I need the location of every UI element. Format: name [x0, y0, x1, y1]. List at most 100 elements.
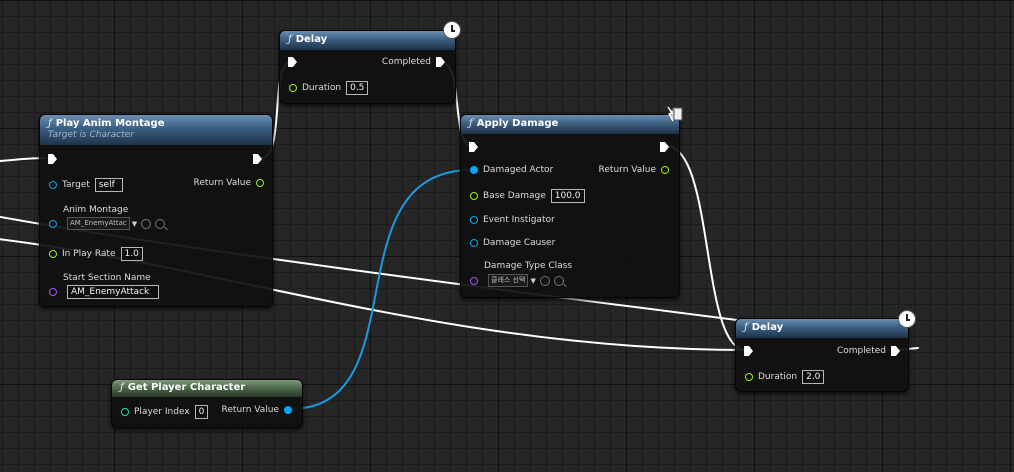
delay-top-completed-pin[interactable]: Completed	[377, 57, 445, 67]
damage-type-class-pin[interactable]: 클래스 선택 ▼	[470, 274, 564, 287]
damaged-actor-pin[interactable]: Damaged Actor	[470, 165, 558, 175]
play-anim-montage-subtitle: Target is Character	[48, 130, 134, 140]
anim-montage-label-row: Anim Montage	[63, 205, 128, 215]
player-index-label: Player Index	[134, 407, 190, 417]
montage-exec-out[interactable]	[253, 154, 262, 164]
delay-node-top-header: ƒ Delay	[280, 31, 455, 50]
exec-in-icon	[48, 154, 57, 164]
exec-in-icon	[288, 57, 297, 67]
event-instigator-pin[interactable]: Event Instigator	[470, 215, 560, 225]
return-value-label: Return Value	[221, 405, 279, 415]
return-value-label: Return Value	[598, 165, 656, 175]
montage-anim-montage-pin[interactable]: AM_EnemyAttac ▼	[49, 217, 166, 230]
damage-return-value-pin[interactable]: Return Value	[594, 165, 669, 175]
delay-bottom-completed-pin[interactable]: Completed	[832, 346, 900, 356]
float-pin-icon	[470, 192, 478, 200]
use-selected-icon[interactable]	[539, 275, 550, 286]
player-index-input[interactable]: 0	[194, 405, 209, 419]
float-pin-icon	[49, 250, 57, 258]
montage-play-rate-pin[interactable]: In Play Rate 1.0	[49, 247, 143, 261]
delay-node-bottom-header: ƒ Delay	[736, 319, 908, 338]
anim-montage-value: AM_EnemyAttac	[67, 217, 130, 230]
target-input[interactable]: self	[94, 178, 123, 192]
exec-out-icon	[253, 154, 262, 164]
object-pin-icon	[49, 181, 57, 189]
float-pin-icon	[661, 166, 669, 174]
damage-type-combo[interactable]: 클래스 선택 ▼	[488, 274, 536, 287]
object-pin-icon	[470, 216, 478, 224]
int-pin-icon	[121, 408, 129, 416]
play-anim-montage-title: Play Anim Montage	[55, 118, 165, 129]
delay-top-exec-in[interactable]	[288, 57, 297, 67]
chevron-down-icon: ▼	[131, 219, 138, 228]
montage-start-section-pin[interactable]: AM_EnemyAttack	[49, 285, 159, 299]
damage-type-label-row: Damage Type Class	[484, 261, 572, 271]
get-player-character-node[interactable]: ƒ Get Player Character Player Index 0 Ret…	[111, 379, 303, 428]
damage-exec-out[interactable]	[660, 142, 669, 152]
montage-target-pin[interactable]: Target self	[49, 178, 123, 192]
player-index-pin[interactable]: Player Index 0	[121, 405, 209, 419]
apply-damage-title: Apply Damage	[476, 118, 559, 129]
target-label: Target	[62, 180, 90, 190]
function-icon: ƒ	[48, 118, 52, 129]
object-pin-icon	[284, 406, 292, 414]
apply-damage-node[interactable]: ƒ Apply Damage Damaged Actor Return Value…	[460, 114, 680, 298]
in-play-rate-input[interactable]: 1.0	[120, 247, 143, 261]
object-pin-icon	[470, 239, 478, 247]
use-selected-icon[interactable]	[141, 218, 152, 229]
anim-montage-label: Anim Montage	[63, 205, 129, 215]
start-section-name-input[interactable]: AM_EnemyAttack	[67, 285, 159, 299]
player-return-value-pin[interactable]: Return Value	[217, 405, 292, 415]
damage-exec-in[interactable]	[469, 142, 478, 152]
montage-return-value-pin[interactable]: Return Value	[189, 178, 264, 188]
damage-type-class-value: 클래스 선택	[488, 274, 529, 287]
browse-search-icon[interactable]	[155, 218, 166, 229]
base-damage-input[interactable]: 100.0	[550, 189, 585, 203]
float-pin-icon	[745, 373, 753, 381]
exec-out-icon	[891, 346, 900, 356]
latent-clock-icon	[443, 21, 461, 39]
latent-clock-icon	[898, 310, 916, 328]
name-pin-icon	[49, 288, 57, 296]
in-play-rate-label: In Play Rate	[62, 249, 116, 259]
exec-in-icon	[469, 142, 478, 152]
class-pin-icon	[470, 276, 478, 285]
play-anim-montage-header: ƒ Play Anim Montage Target is Character	[40, 115, 272, 145]
event-instigator-label: Event Instigator	[483, 215, 555, 225]
duration-input[interactable]: 2.0	[802, 370, 825, 384]
delay-node-top-title: Delay	[295, 34, 328, 45]
delay-node-top[interactable]: ƒ Delay Completed Duration 0.5	[279, 30, 456, 104]
object-pin-icon	[49, 219, 57, 228]
authority-only-icon	[667, 106, 683, 122]
delay-top-duration-pin[interactable]: Duration 0.5	[289, 81, 369, 95]
damage-causer-pin[interactable]: Damage Causer	[470, 238, 560, 248]
montage-exec-in[interactable]	[48, 154, 57, 164]
return-value-label: Return Value	[193, 178, 251, 188]
completed-label: Completed	[381, 57, 431, 67]
duration-label: Duration	[758, 372, 798, 382]
anim-montage-combo[interactable]: AM_EnemyAttac ▼	[67, 217, 137, 230]
start-section-label-row: Start Section Name	[63, 273, 151, 283]
object-wire-player-to-actor	[289, 169, 473, 410]
completed-label: Completed	[836, 346, 886, 356]
function-icon: ƒ	[120, 382, 124, 393]
float-pin-icon	[289, 84, 297, 92]
get-player-character-title: Get Player Character	[127, 382, 246, 393]
duration-input[interactable]: 0.5	[346, 81, 369, 95]
browse-search-icon[interactable]	[553, 275, 564, 286]
delay-bottom-duration-pin[interactable]: Duration 2.0	[745, 370, 825, 384]
delay-bottom-exec-in[interactable]	[744, 346, 753, 356]
object-pin-icon	[470, 166, 478, 174]
play-anim-montage-node[interactable]: ƒ Play Anim Montage Target is Character T…	[39, 114, 273, 307]
get-player-character-header: ƒ Get Player Character	[112, 380, 302, 397]
delay-node-bottom-title: Delay	[751, 322, 784, 333]
exec-out-icon	[436, 57, 445, 67]
base-damage-pin[interactable]: Base Damage 100.0	[470, 189, 585, 203]
chevron-down-icon: ▼	[530, 276, 536, 285]
duration-label: Duration	[302, 83, 342, 93]
base-damage-label: Base Damage	[483, 191, 546, 201]
delay-node-bottom[interactable]: ƒ Delay Completed Duration 2.0	[735, 318, 909, 392]
float-pin-icon	[256, 179, 264, 187]
start-section-name-label: Start Section Name	[63, 273, 151, 283]
function-icon: ƒ	[288, 34, 292, 45]
